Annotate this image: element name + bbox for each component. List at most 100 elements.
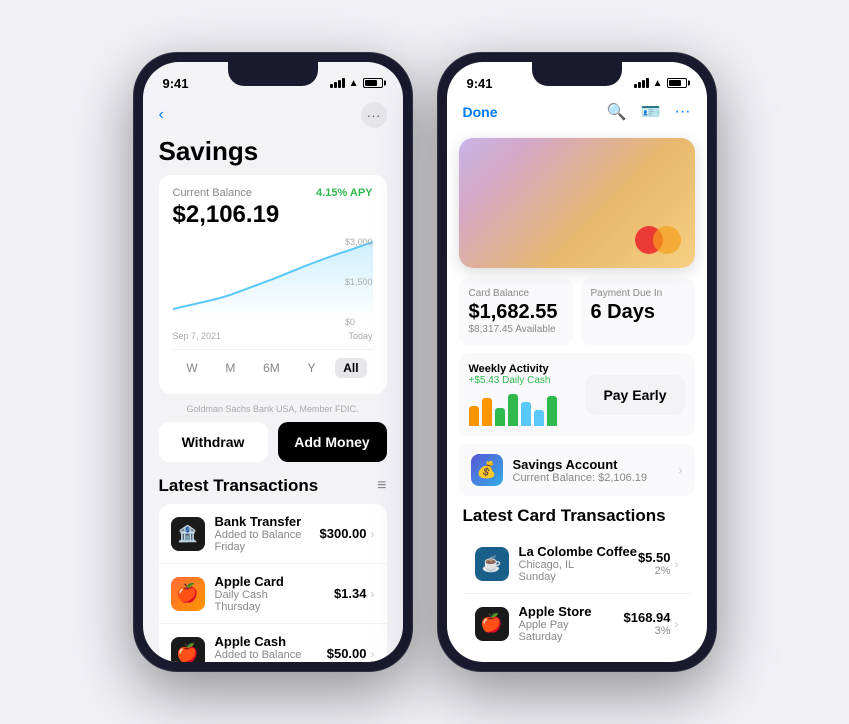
nav-bar-left: ‹ ··· (143, 98, 403, 136)
notch-right (532, 62, 622, 86)
battery-icon-right (667, 78, 687, 88)
savings-name: Savings Account (513, 457, 675, 472)
action-buttons: Withdraw Add Money (159, 422, 387, 462)
status-icons-right: ▲ (634, 78, 687, 89)
chevron-right-icon: › (371, 587, 375, 601)
nav-bar-right: Done 🔍 🪪 ··· (447, 98, 707, 130)
filter-all[interactable]: All (335, 358, 366, 378)
back-button[interactable]: ‹ (159, 106, 164, 124)
filter-6m[interactable]: 6M (255, 358, 288, 378)
weekly-bar (482, 398, 492, 426)
transactions-list: 🏦 Bank Transfer Added to Balance Friday … (159, 504, 387, 662)
tx-sub: Chicago, IL (519, 559, 638, 571)
balance-card: Current Balance 4.15% APY $2,106.19 (159, 175, 387, 394)
chevron-right-icon: › (371, 527, 375, 541)
signal-icon-right (634, 78, 649, 88)
filter-y[interactable]: Y (300, 358, 324, 378)
payment-due-label: Payment Due In (591, 288, 685, 299)
transaction-item-lacolombe[interactable]: ☕ La Colombe Coffee Chicago, IL Sunday $… (463, 534, 691, 594)
filter-m[interactable]: M (217, 358, 243, 378)
tx-name: Apple Card (215, 574, 334, 589)
apple-store-icon: 🍎 (475, 607, 509, 641)
battery-icon (363, 78, 383, 88)
right-phone: 9:41 ▲ Done 🔍 🪪 (437, 52, 717, 672)
signal-icon (330, 78, 345, 88)
wifi-icon-right: ▲ (653, 78, 663, 89)
status-time-right: 9:41 (467, 76, 493, 91)
more-button[interactable]: ··· (361, 102, 387, 128)
transaction-item[interactable]: 🍎 Apple Card Daily Cash Thursday $1.34 › (159, 564, 387, 624)
more-icon-right[interactable]: ··· (675, 103, 691, 121)
page-title: Savings (143, 136, 403, 175)
transaction-item-applestore[interactable]: 🍎 Apple Store Apple Pay Saturday $168.94… (463, 594, 691, 653)
tx-sub: Added to Balance (215, 649, 327, 661)
time-filters: W M 6M Y All (173, 349, 373, 378)
weekly-bar (508, 394, 518, 426)
tx-name: Apple Store (519, 604, 624, 619)
transactions-title: Latest Transactions (159, 476, 319, 496)
chevron-right-icon: › (675, 557, 679, 571)
search-icon[interactable]: 🔍 (607, 102, 627, 122)
done-button[interactable]: Done (463, 104, 498, 120)
card-transactions-list: ☕ La Colombe Coffee Chicago, IL Sunday $… (463, 534, 691, 653)
tx-name: Bank Transfer (215, 514, 320, 529)
tx-name: La Colombe Coffee (519, 544, 638, 559)
balance-label: Current Balance (173, 187, 253, 199)
filter-w[interactable]: W (178, 358, 205, 378)
tx-date: Sunday (519, 571, 638, 583)
cashback-badge: 2% (638, 565, 671, 577)
goldman-text: Goldman Sachs Bank USA, Member FDIC. (143, 404, 403, 414)
apple-card-icon: 🍎 (171, 577, 205, 611)
tx-amount: $300.00 (320, 526, 367, 541)
weekly-bar (495, 408, 505, 426)
card-balance-label: Card Balance (469, 288, 563, 299)
apple-cash-icon: 🍎 (171, 637, 205, 663)
card-icon[interactable]: 🪪 (641, 102, 661, 122)
card-transactions-header: Latest Card Transactions (447, 506, 707, 534)
weekly-bar (469, 406, 479, 426)
status-time-left: 9:41 (163, 76, 189, 91)
tx-sub: Daily Cash (215, 589, 334, 601)
savings-account-row[interactable]: 💰 Savings Account Current Balance: $2,10… (459, 444, 695, 496)
tx-date: Saturday (519, 631, 624, 643)
chart-svg (173, 237, 373, 317)
savings-icon: 💰 (471, 454, 503, 486)
tx-date: Friday (215, 541, 320, 553)
apy-badge: 4.15% APY (316, 187, 372, 199)
tx-amount: $1.34 (334, 586, 367, 601)
weekly-bar (534, 410, 544, 426)
left-phone: 9:41 ▲ ‹ ··· (133, 52, 413, 672)
chart-y-labels: $3,000 $1,500 $0 (345, 237, 373, 327)
status-icons-left: ▲ (330, 78, 383, 89)
nav-icons: 🔍 🪪 ··· (607, 102, 691, 122)
filter-icon[interactable]: ≡ (377, 477, 386, 495)
pay-early-button[interactable]: Pay Early (585, 375, 684, 415)
card-info-row: Card Balance $1,682.55 $8,317.45 Availab… (459, 278, 695, 345)
tx-sub: Added to Balance (215, 529, 320, 541)
tx-name: Apple Cash (215, 634, 327, 649)
balance-amount: $2,106.19 (173, 201, 373, 229)
weekly-chart (469, 386, 576, 426)
withdraw-button[interactable]: Withdraw (159, 422, 268, 462)
wifi-icon: ▲ (349, 78, 359, 89)
left-screen-content: ‹ ··· Savings Current Balance 4.15% APY … (143, 98, 403, 662)
tx-amount: $5.50 (638, 550, 671, 565)
tx-amount: $168.94 (624, 610, 671, 625)
transaction-item[interactable]: 🏦 Bank Transfer Added to Balance Friday … (159, 504, 387, 564)
notch (228, 62, 318, 86)
transaction-item[interactable]: 🍎 Apple Cash Added to Balance Wednesday … (159, 624, 387, 662)
chevron-right-icon: › (675, 617, 679, 631)
tx-date: Wednesday (215, 661, 327, 662)
tx-sub: Apple Pay (519, 619, 624, 631)
savings-balance: Current Balance: $2,106.19 (513, 472, 675, 484)
card-balance-amount: $1,682.55 (469, 301, 563, 324)
right-screen-content: Done 🔍 🪪 ··· Card Balance $1 (447, 98, 707, 662)
mastercard-logo (635, 226, 681, 254)
chart-end-date: Today (348, 331, 372, 341)
add-money-button[interactable]: Add Money (278, 422, 387, 462)
payment-due-stat: Payment Due In 6 Days (581, 278, 695, 345)
weekly-activity-card: Weekly Activity +$5.43 Daily Cash Pay Ea… (459, 353, 695, 436)
apple-card-visual[interactable] (459, 138, 695, 268)
savings-chart: $3,000 $1,500 $0 (173, 237, 373, 327)
card-available: $8,317.45 Available (469, 324, 563, 335)
